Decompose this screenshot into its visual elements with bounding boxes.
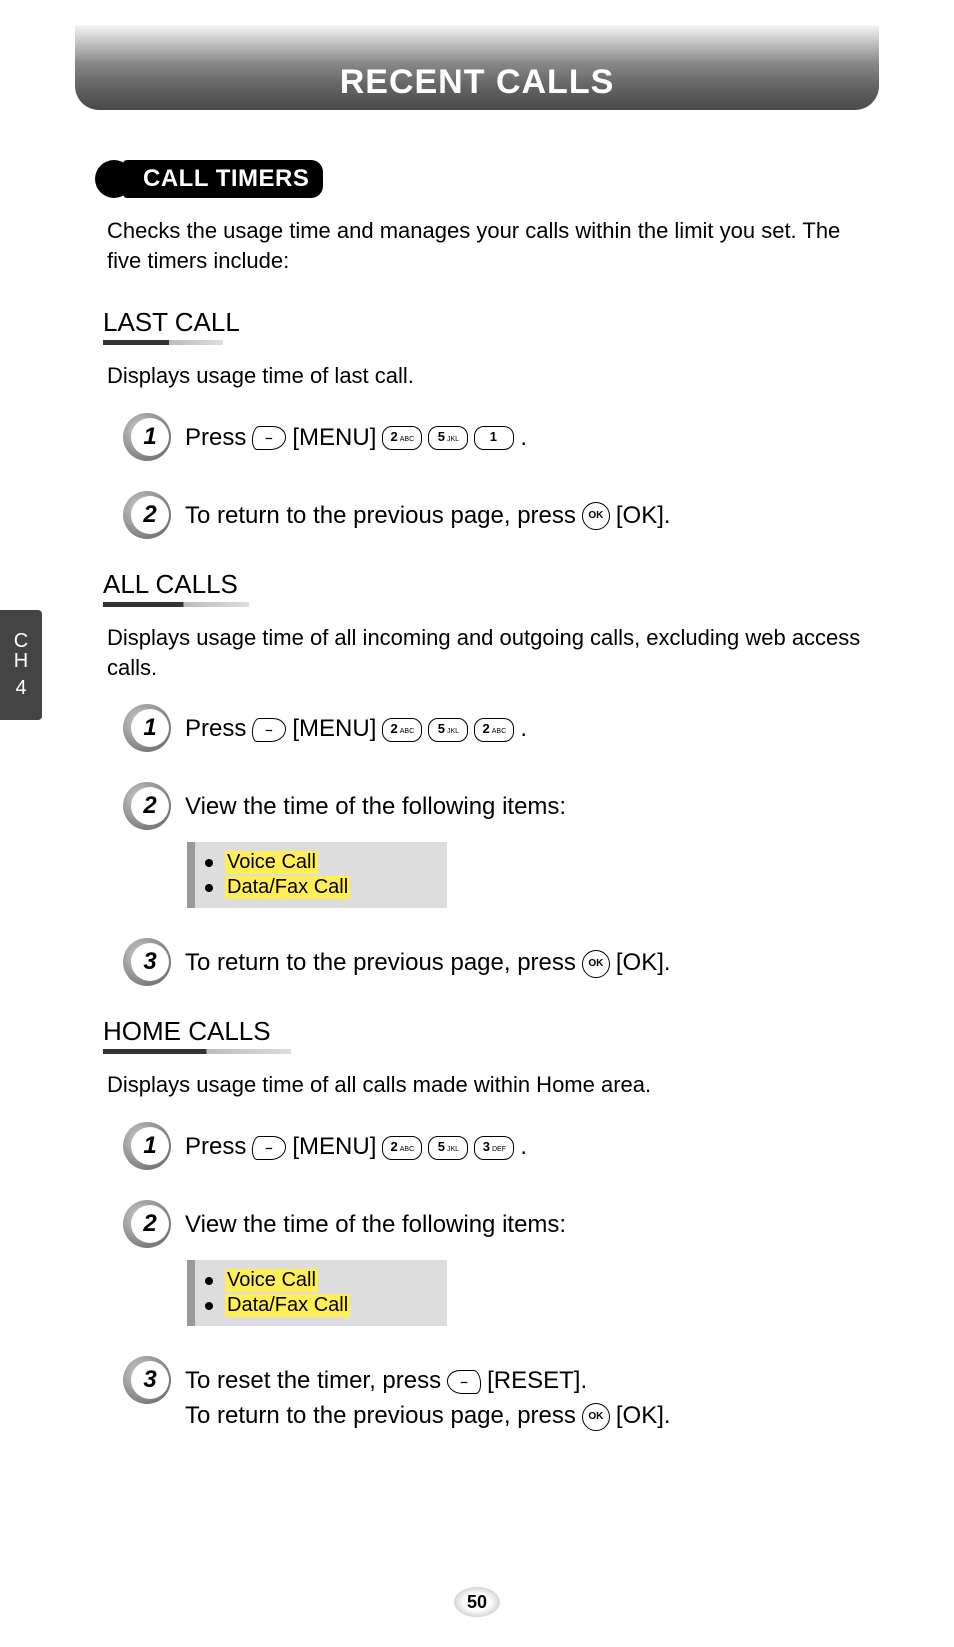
step-text: To reset the timer, press – [RESET]. To … [185,1356,671,1434]
step-number: 1 [131,418,169,456]
ok-key-icon: OK [582,950,610,978]
key-5-icon: 5JKL [428,1136,468,1160]
step-bullet-icon: 1 [123,1122,171,1170]
dot-icon [205,1277,213,1285]
step-bullet-icon: 1 [123,704,171,752]
step-text: View the time of the following items: [185,782,566,825]
ok-key-icon: OK [582,1403,610,1431]
view-items-label: View the time of the following items: [185,790,566,825]
section-title: CALL TIMERS [123,160,323,198]
softkey-right-icon: – [446,1370,482,1394]
list-item: Data/Fax Call [205,1293,409,1318]
return-label: To return to the previous page, press [185,946,576,981]
highlighted-item: Voice Call [225,851,318,874]
menu-label: [MENU] [292,421,376,456]
list-item: Voice Call [205,1268,409,1293]
step-bullet-icon: 2 [123,782,171,830]
step-number: 2 [131,1205,169,1243]
section-header: CALL TIMERS [95,160,874,198]
menu-label: [MENU] [292,1130,376,1165]
key-5-icon: 5JKL [428,718,468,742]
info-box: Voice Call Data/Fax Call [187,842,447,908]
highlighted-item: Data/Fax Call [225,876,350,899]
menu-label: [MENU] [292,712,376,747]
view-items-label: View the time of the following items: [185,1208,566,1243]
list-item: Data/Fax Call [205,875,409,900]
desc-all-calls: Displays usage time of all incoming and … [107,623,874,682]
key-3-icon: 3DEF [474,1136,514,1160]
press-label: Press [185,421,246,456]
step-row: 1 Press – [MENU] 2ABC 5JKL 2ABC . [123,704,874,752]
underline-icon [103,1049,291,1054]
intro-text: Checks the usage time and manages your c… [107,216,874,275]
chapter-label: C H [14,631,28,671]
press-label: Press [185,712,246,747]
underline-icon [103,340,223,345]
step-text: View the time of the following items: [185,1200,566,1243]
step-bullet-icon: 2 [123,1200,171,1248]
reset-timer-label: To reset the timer, press [185,1364,441,1399]
highlighted-item: Voice Call [225,1269,318,1292]
step-number: 2 [131,496,169,534]
desc-home-calls: Displays usage time of all calls made wi… [107,1070,874,1100]
list-item: Voice Call [205,850,409,875]
step-row: 2 View the time of the following items: [123,1200,874,1248]
subheading-home-calls: HOME CALLS [103,1016,874,1047]
step-row: 1 Press – [MENU] 2ABC 5JKL 3DEF . [123,1122,874,1170]
bullet-icon [95,160,133,198]
key-2-icon: 2ABC [382,1136,422,1160]
key-2-icon: 2ABC [382,718,422,742]
content: CALL TIMERS Checks the usage time and ma… [0,110,954,1434]
softkey-left-icon: – [251,718,287,742]
step-row: 1 Press – [MENU] 2ABC 5JKL 1 . [123,413,874,461]
banner-title: RECENT CALLS [340,63,615,102]
step-text: To return to the previous page, press OK… [185,491,671,534]
step-bullet-icon: 2 [123,491,171,539]
step-row: 2 To return to the previous page, press … [123,491,874,539]
highlighted-item: Data/Fax Call [225,1294,350,1317]
softkey-left-icon: – [251,426,287,450]
dot-icon [205,1302,213,1310]
underline-icon [103,602,249,607]
ok-key-icon: OK [582,502,610,530]
key-1-icon: 1 [474,426,514,450]
step-text: Press – [MENU] 2ABC 5JKL 1 . [185,413,527,456]
dot-icon [205,884,213,892]
key-2-icon: 2ABC [382,426,422,450]
step-number: 1 [131,1127,169,1165]
desc-last-call: Displays usage time of last call. [107,361,874,391]
return-label: To return to the previous page, press [185,499,576,534]
step-row: 2 View the time of the following items: [123,782,874,830]
step-text: To return to the previous page, press OK… [185,938,671,981]
step-text: Press – [MENU] 2ABC 5JKL 2ABC . [185,704,527,747]
key-2-icon: 2ABC [474,718,514,742]
step-number: 3 [131,1361,169,1399]
chapter-tab: C H 4 [0,610,42,720]
press-label: Press [185,1130,246,1165]
step-bullet-icon: 3 [123,938,171,986]
subheading-all-calls: ALL CALLS [103,569,874,600]
info-box: Voice Call Data/Fax Call [187,1260,447,1326]
page-number: 50 [454,1587,500,1617]
chapter-number: 4 [15,677,26,700]
banner: RECENT CALLS [75,25,879,110]
subheading-last-call: LAST CALL [103,307,874,338]
step-bullet-icon: 1 [123,413,171,461]
step-row: 3 To reset the timer, press – [RESET]. T… [123,1356,874,1434]
softkey-left-icon: – [251,1136,287,1160]
return-label: To return to the previous page, press [185,1399,576,1434]
step-row: 3 To return to the previous page, press … [123,938,874,986]
ok-label: [OK]. [616,499,671,534]
dot-icon [205,859,213,867]
ok-label: [OK]. [616,946,671,981]
step-text: Press – [MENU] 2ABC 5JKL 3DEF . [185,1122,527,1165]
period: . [520,1130,527,1165]
reset-label: [RESET]. [487,1364,587,1399]
ok-label: [OK]. [616,1399,671,1434]
key-5-icon: 5JKL [428,426,468,450]
step-bullet-icon: 3 [123,1356,171,1404]
period: . [520,421,527,456]
period: . [520,712,527,747]
